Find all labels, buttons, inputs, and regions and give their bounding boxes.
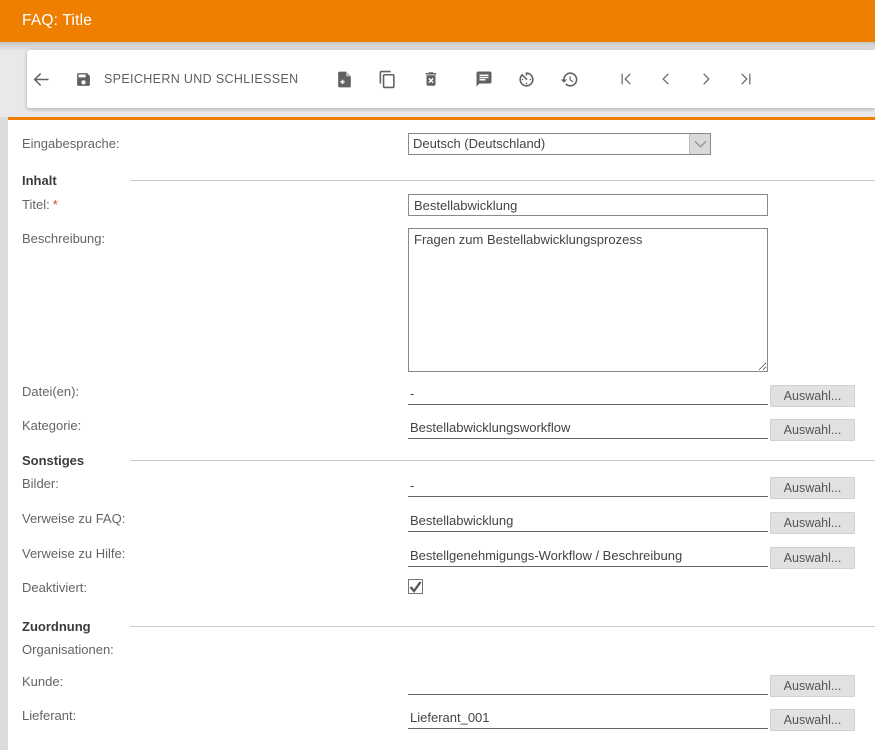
- page-title: FAQ: Title: [22, 12, 92, 30]
- kunde-label: Kunde:: [22, 671, 408, 689]
- previous-page-button[interactable]: [654, 67, 678, 91]
- delete-icon: [422, 70, 440, 88]
- save-icon: [75, 71, 92, 88]
- first-page-button[interactable]: [614, 67, 638, 91]
- dateien-label: Datei(en):: [22, 381, 408, 399]
- verweise-zu-faq-label: Verweise zu FAQ:: [22, 508, 408, 526]
- verweise-zu-hilfe-auswahl-button[interactable]: Auswahl...: [770, 547, 855, 569]
- section-zuordnung-title: Zuordnung: [22, 619, 130, 634]
- row-verweise-zu-faq: Verweise zu FAQ: Bestellabwicklung Auswa…: [22, 508, 875, 532]
- language-select-value: Deutsch (Deutschland): [409, 134, 689, 154]
- bilder-label: Bilder:: [22, 473, 408, 491]
- dateien-auswahl-button[interactable]: Auswahl...: [770, 385, 855, 407]
- lieferant-auswahl-button[interactable]: Auswahl...: [770, 709, 855, 731]
- row-bilder: Bilder: - Auswahl...: [22, 473, 875, 497]
- last-page-icon: [736, 69, 756, 89]
- section-inhalt-title: Inhalt: [22, 173, 130, 188]
- row-lieferant: Lieferant: Lieferant_001 Auswahl...: [22, 705, 875, 729]
- row-eingabesprache: Eingabesprache: Deutsch (Deutschland): [22, 133, 875, 155]
- save-and-close-label: SPEICHERN UND SCHLIESSEN: [104, 72, 299, 86]
- bilder-auswahl-button[interactable]: Auswahl...: [770, 477, 855, 499]
- titel-label: Titel:*: [22, 194, 408, 212]
- dateien-field[interactable]: -: [408, 381, 768, 405]
- history-icon: [560, 70, 579, 89]
- row-organisationen: Organisationen:: [22, 639, 875, 657]
- section-sonstiges: Sonstiges: [22, 453, 875, 468]
- check-icon: [409, 581, 422, 593]
- kunde-auswahl-button[interactable]: Auswahl...: [770, 675, 855, 697]
- faq-form: Eingabesprache: Deutsch (Deutschland) In…: [8, 120, 875, 750]
- first-page-icon: [616, 69, 636, 89]
- eingabesprache-label: Eingabesprache:: [22, 133, 408, 151]
- row-dateien: Datei(en): - Auswahl...: [22, 381, 875, 405]
- section-divider: [130, 180, 875, 181]
- beschreibung-textarea[interactable]: Fragen zum Bestellabwicklungsprozess: [408, 228, 768, 372]
- deaktiviert-label: Deaktiviert:: [22, 577, 408, 595]
- section-divider: [130, 460, 875, 461]
- verweise-zu-faq-field[interactable]: Bestellabwicklung: [408, 508, 768, 532]
- new-document-icon: [335, 70, 354, 89]
- row-kunde: Kunde: Auswahl...: [22, 671, 875, 695]
- section-sonstiges-title: Sonstiges: [22, 453, 130, 468]
- kategorie-label: Kategorie:: [22, 415, 408, 433]
- row-kategorie: Kategorie: Bestellabwicklungsworkflow Au…: [22, 415, 875, 439]
- last-page-button[interactable]: [734, 67, 758, 91]
- window-titlebar: FAQ: Title: [0, 0, 875, 42]
- row-beschreibung: Beschreibung: Fragen zum Bestellabwicklu…: [22, 228, 875, 372]
- chevron-left-icon: [656, 69, 676, 89]
- toolbar: SPEICHERN UND SCHLIESSEN: [27, 50, 875, 108]
- required-marker: *: [53, 197, 58, 212]
- verweise-zu-faq-auswahl-button[interactable]: Auswahl...: [770, 512, 855, 534]
- kategorie-field[interactable]: Bestellabwicklungsworkflow: [408, 415, 768, 439]
- section-zuordnung: Zuordnung: [22, 619, 875, 634]
- kunde-field[interactable]: [408, 671, 768, 695]
- verweise-zu-hilfe-field[interactable]: Bestellgenehmigungs-Workflow / Beschreib…: [408, 543, 768, 567]
- back-button[interactable]: [29, 67, 53, 91]
- comment-icon: [475, 70, 493, 88]
- section-inhalt: Inhalt: [22, 173, 875, 188]
- chevron-right-icon: [696, 69, 716, 89]
- toolbar-strip: SPEICHERN UND SCHLIESSEN: [0, 42, 875, 117]
- titel-input[interactable]: [408, 194, 768, 216]
- save-and-close-button[interactable]: SPEICHERN UND SCHLIESSEN: [75, 71, 299, 88]
- comment-button[interactable]: [472, 67, 496, 91]
- verweise-zu-hilfe-label: Verweise zu Hilfe:: [22, 543, 408, 561]
- lieferant-label: Lieferant:: [22, 705, 408, 723]
- next-page-button[interactable]: [694, 67, 718, 91]
- beschreibung-label: Beschreibung:: [22, 228, 408, 246]
- arrow-back-icon: [31, 69, 52, 90]
- deaktiviert-checkbox[interactable]: [408, 579, 423, 594]
- row-titel: Titel:*: [22, 194, 875, 216]
- language-select[interactable]: Deutsch (Deutschland): [408, 133, 711, 155]
- timer-icon: [517, 70, 536, 89]
- copy-icon: [378, 70, 397, 89]
- timer-button[interactable]: [515, 67, 539, 91]
- organisationen-label: Organisationen:: [22, 639, 408, 657]
- copy-button[interactable]: [376, 67, 400, 91]
- section-divider: [130, 626, 875, 627]
- history-button[interactable]: [558, 67, 582, 91]
- new-document-button[interactable]: [333, 67, 357, 91]
- row-verweise-zu-hilfe: Verweise zu Hilfe: Bestellgenehmigungs-W…: [22, 543, 875, 567]
- lieferant-field[interactable]: Lieferant_001: [408, 705, 768, 729]
- row-deaktiviert: Deaktiviert:: [22, 577, 875, 595]
- bilder-field[interactable]: -: [408, 473, 768, 497]
- kategorie-auswahl-button[interactable]: Auswahl...: [770, 419, 855, 441]
- chevron-down-icon[interactable]: [689, 134, 710, 154]
- delete-button[interactable]: [419, 67, 443, 91]
